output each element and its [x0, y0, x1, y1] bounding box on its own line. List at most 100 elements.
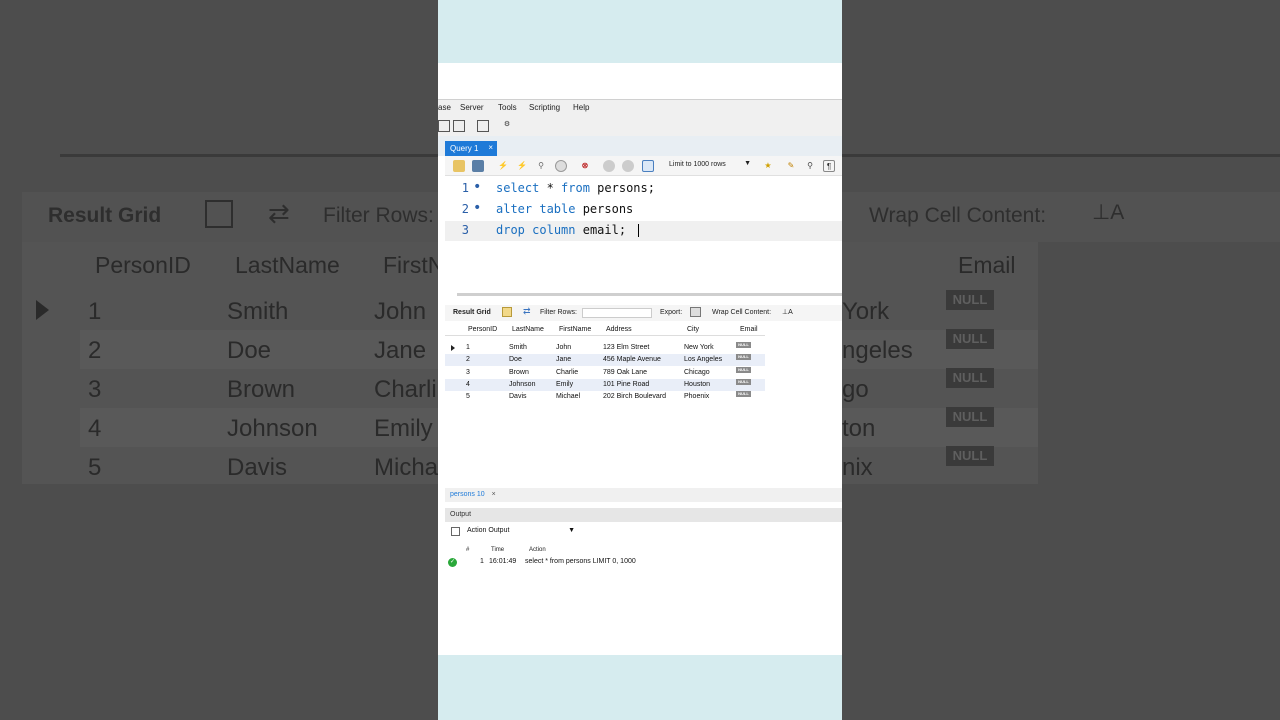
cell-address[interactable]: 101 Pine Road — [603, 381, 649, 388]
cell-personid[interactable]: 2 — [466, 356, 470, 363]
column-header[interactable]: PersonID — [468, 326, 497, 333]
cell-firstname[interactable]: Jane — [556, 356, 571, 363]
filter-rows-input[interactable] — [582, 308, 652, 318]
line-number: 2 — [461, 202, 469, 216]
beautify-icon[interactable]: ✎ — [785, 160, 797, 172]
table-row[interactable]: 1 Smith John 123 Elm Street New York NUL… — [445, 342, 765, 354]
tab-query-1-label: Query 1 — [450, 144, 479, 153]
null-badge[interactable]: NULL — [736, 379, 751, 385]
cell-lastname[interactable]: Brown — [509, 369, 529, 376]
cell-personid[interactable]: 3 — [466, 369, 470, 376]
cell-lastname[interactable]: Doe — [509, 356, 522, 363]
background-null-badge: NULL — [946, 329, 994, 349]
wrap-cell-icon[interactable]: ⊥A — [782, 308, 793, 316]
sql-file-icon[interactable] — [438, 120, 450, 132]
tab-persons-10[interactable]: persons 10 × — [450, 491, 496, 498]
find-icon[interactable]: ⚲ — [804, 160, 816, 172]
cell-address[interactable]: 456 Maple Avenue — [603, 356, 661, 363]
cell-address[interactable]: 789 Oak Lane — [603, 369, 647, 376]
inspector-icon[interactable] — [477, 120, 489, 132]
add-to-snippets-icon[interactable]: ★ — [762, 160, 774, 172]
close-icon[interactable]: × — [488, 143, 493, 152]
column-header[interactable]: City — [687, 326, 699, 333]
cell-city[interactable]: Houston — [684, 381, 710, 388]
open-sql-icon[interactable] — [453, 120, 465, 132]
limit-rows-select[interactable]: Limit to 1000 rows ▼ — [665, 159, 755, 173]
output-entry-action: select * from persons LIMIT 0, 1000 — [525, 558, 636, 565]
stop-icon[interactable] — [555, 160, 567, 172]
line-number: 3 — [461, 223, 469, 237]
commit-icon[interactable] — [603, 160, 615, 172]
background-cell: Brown — [227, 376, 296, 403]
background-cell: John — [374, 298, 427, 325]
column-header[interactable]: FirstName — [559, 326, 591, 333]
cell-address[interactable]: 202 Birch Boulevard — [603, 393, 666, 400]
cell-personid[interactable]: 1 — [466, 344, 470, 351]
toggle-error-icon[interactable]: ⊗ — [579, 160, 591, 172]
save-icon[interactable] — [472, 160, 484, 172]
cell-firstname[interactable]: Michael — [556, 393, 580, 400]
cell-personid[interactable]: 4 — [466, 381, 470, 388]
execute-current-icon[interactable]: ⚡ — [516, 160, 528, 172]
execute-icon[interactable]: ⚡ — [497, 160, 509, 172]
copy-icon[interactable] — [451, 527, 460, 536]
editor-tab-strip: Query 1 × — [438, 136, 842, 156]
output-columns: # Time Action — [445, 544, 842, 556]
table-row[interactable]: 4 Johnson Emily 101 Pine Road Houston NU… — [445, 379, 765, 391]
cell-firstname[interactable]: Emily — [556, 381, 573, 388]
table-row[interactable]: 5 Davis Michael 202 Birch Boulevard Phoe… — [445, 391, 765, 403]
cell-lastname[interactable]: Johnson — [509, 381, 535, 388]
autocommit-icon[interactable] — [642, 160, 654, 172]
null-badge[interactable]: NULL — [736, 354, 751, 360]
table-row[interactable]: 3 Brown Charlie 789 Oak Lane Chicago NUL… — [445, 367, 765, 379]
cell-city[interactable]: Los Angeles — [684, 356, 722, 363]
close-icon[interactable]: × — [492, 491, 496, 498]
output-col-num: # — [466, 547, 470, 553]
sql-editor[interactable]: 1 • select * from persons; 2 • alter tab… — [445, 176, 842, 292]
panel-splitter[interactable] — [457, 293, 842, 296]
cell-city[interactable]: Phoenix — [684, 393, 709, 400]
table-row[interactable]: 2 Doe Jane 456 Maple Avenue Los Angeles … — [445, 354, 765, 366]
cell-lastname[interactable]: Smith — [509, 344, 527, 351]
column-header[interactable]: Email — [740, 326, 758, 333]
menu-item-tools[interactable]: Tools — [498, 103, 517, 112]
wrap-cell-label: Wrap Cell Content: — [712, 309, 772, 316]
cell-address[interactable]: 123 Elm Street — [603, 344, 649, 351]
rollback-icon[interactable] — [622, 160, 634, 172]
export-icon[interactable] — [690, 307, 701, 317]
reconnect-icon[interactable]: ⚙ — [501, 120, 513, 132]
cell-lastname[interactable]: Davis — [509, 393, 527, 400]
column-header[interactable]: Address — [606, 326, 632, 333]
cell-city[interactable]: New York — [684, 344, 714, 351]
action-output-select[interactable]: Action Output ▼ — [467, 527, 575, 538]
menu-item-help[interactable]: Help — [573, 103, 589, 112]
background-cell: ton — [842, 415, 876, 442]
open-folder-icon[interactable] — [453, 160, 465, 172]
cell-firstname[interactable]: Charlie — [556, 369, 578, 376]
cell-city[interactable]: Chicago — [684, 369, 710, 376]
result-toolbar: Result Grid ⇄ Filter Rows: Export: Wrap … — [445, 305, 842, 321]
background-wrap-icon: ⊥A — [1092, 201, 1125, 224]
background-cell: 3 — [88, 376, 102, 403]
null-badge[interactable]: NULL — [736, 391, 751, 397]
refresh-icon[interactable]: ⇄ — [523, 306, 531, 317]
result-grid-tab[interactable]: Result Grid — [453, 309, 491, 316]
cell-firstname[interactable]: John — [556, 344, 571, 351]
explain-icon[interactable]: ⚲ — [535, 160, 547, 172]
background-refresh-icon: ⇄ — [268, 198, 290, 228]
null-badge[interactable]: NULL — [736, 367, 751, 373]
background-filter-rows-label: Filter Rows: — [323, 204, 434, 227]
background-cell: York — [842, 298, 890, 325]
limit-rows-label: Limit to 1000 rows — [669, 161, 726, 168]
menu-item-database[interactable]: ase — [438, 103, 451, 112]
grid-view-icon[interactable] — [502, 307, 512, 317]
cell-personid[interactable]: 5 — [466, 393, 470, 400]
invisible-chars-icon[interactable]: ¶ — [823, 160, 835, 172]
code-line: 2 • alter table persons — [445, 200, 842, 220]
menu-item-scripting[interactable]: Scripting — [529, 103, 560, 112]
column-header[interactable]: LastName — [512, 326, 544, 333]
menu-item-server[interactable]: Server — [460, 103, 484, 112]
output-row[interactable]: ✓ 1 16:01:49 select * from persons LIMIT… — [445, 556, 842, 568]
tab-query-1[interactable]: Query 1 × — [445, 141, 497, 156]
null-badge[interactable]: NULL — [736, 342, 751, 348]
